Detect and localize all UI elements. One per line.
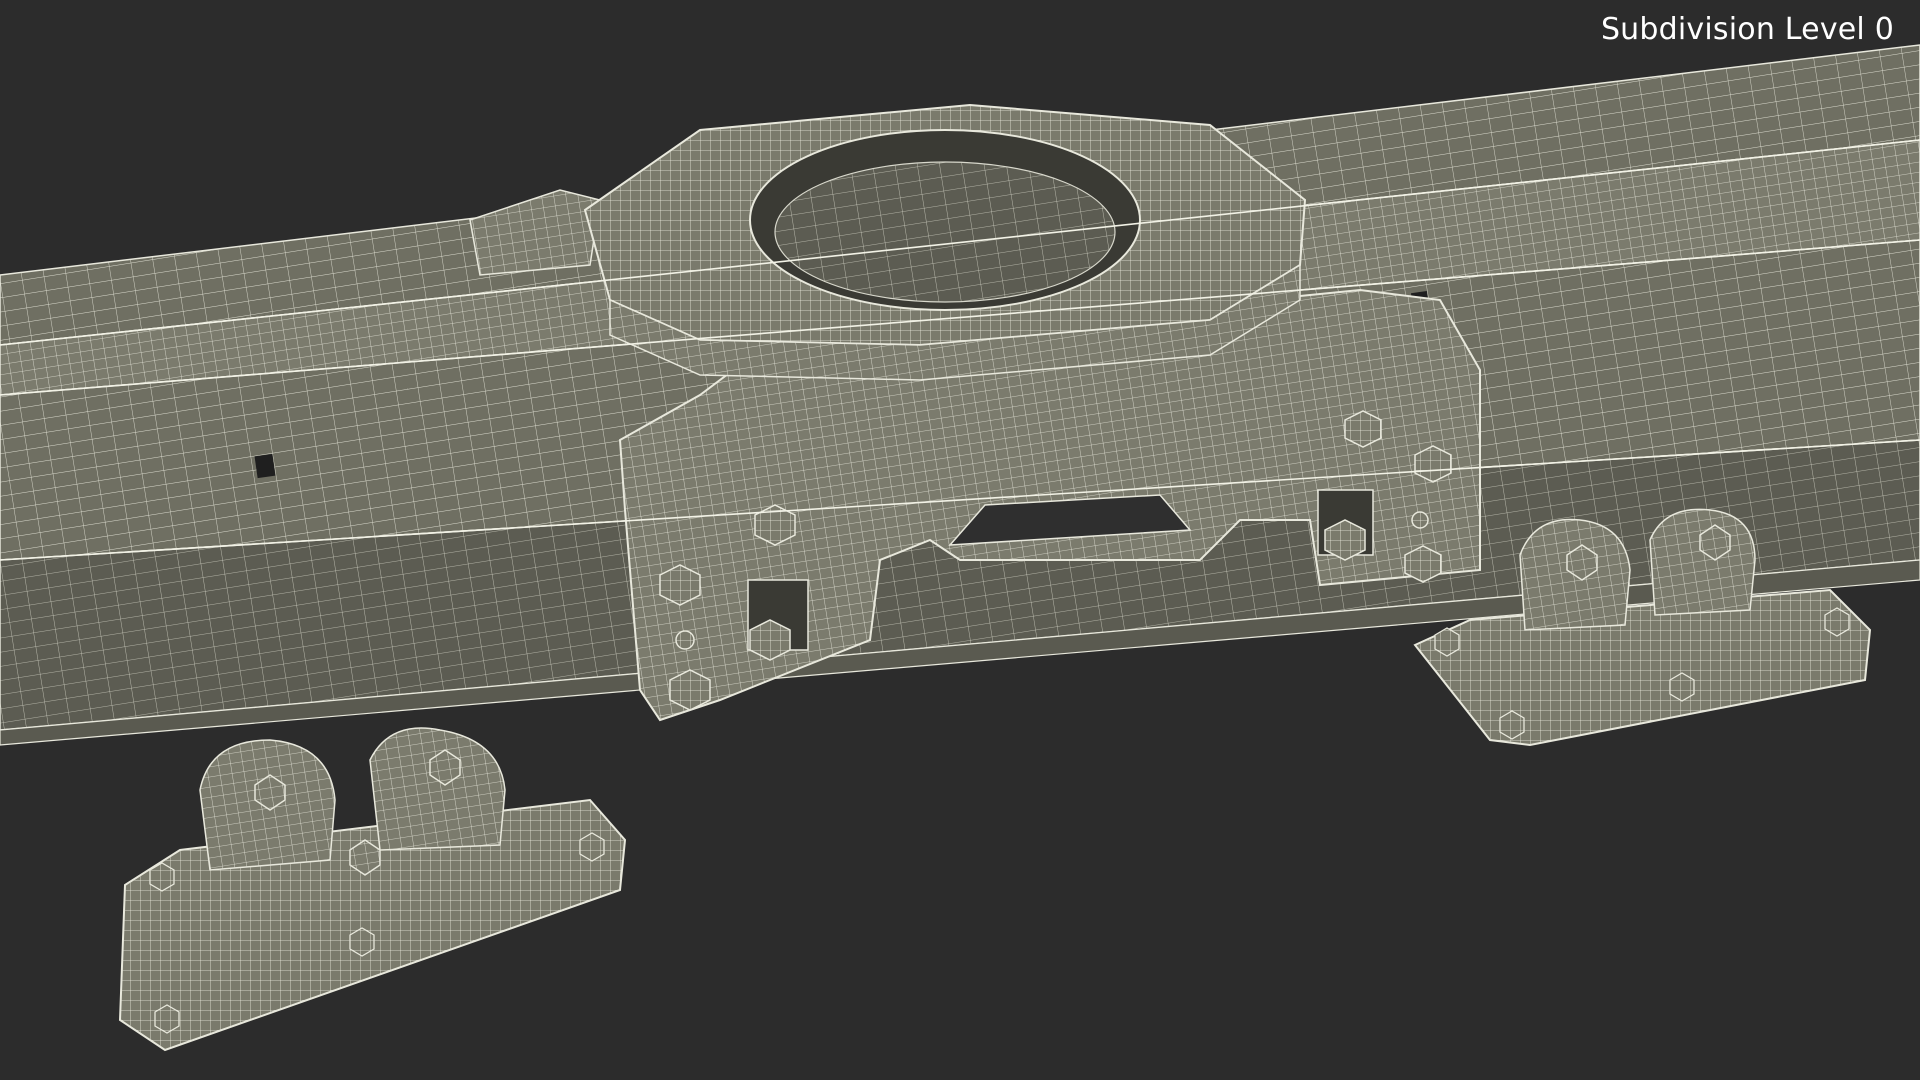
- rail-slot-left: [254, 453, 276, 479]
- subdivision-level-label: Subdivision Level 0: [1600, 12, 1894, 47]
- render-viewport: Subdivision Level 0: [0, 0, 1920, 1080]
- base-plate-left: [118, 798, 627, 1052]
- carriage-side-tab: [469, 189, 601, 276]
- wireframe-rail-model: [0, 44, 1920, 1052]
